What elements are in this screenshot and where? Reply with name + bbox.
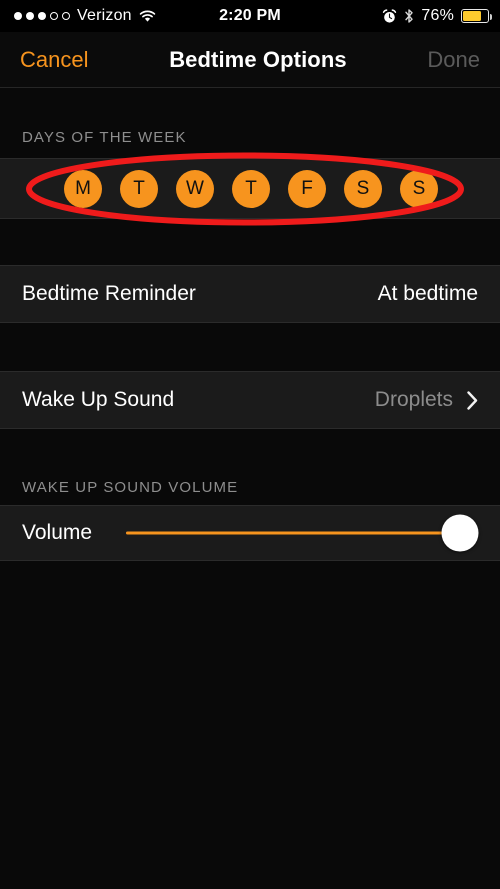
bluetooth-icon (404, 8, 414, 24)
day-toggle-saturday[interactable]: S (344, 169, 382, 208)
wake-up-sound-value: Droplets (374, 388, 453, 411)
battery-percentage: 76% (421, 7, 454, 24)
day-toggle-wednesday[interactable]: W (176, 169, 214, 208)
bedtime-reminder-value: At bedtime (377, 282, 478, 305)
days-section-header: DAYS OF THE WEEK (0, 110, 500, 155)
status-bar: Verizon 2:20 PM 76% (0, 0, 500, 32)
day-toggle-tuesday[interactable]: T (120, 169, 158, 208)
battery-icon (461, 9, 492, 23)
wake-up-sound-label: Wake Up Sound (22, 388, 175, 411)
bedtime-reminder-label: Bedtime Reminder (22, 282, 196, 305)
page-title: Bedtime Options (169, 46, 347, 72)
day-toggle-sunday[interactable]: S (400, 169, 438, 208)
status-bar-clock: 2:20 PM (219, 7, 281, 24)
volume-label: Volume (22, 521, 93, 544)
navigation-bar: Cancel Bedtime Options Done (0, 32, 500, 88)
phone-screen: Verizon 2:20 PM 76% Cancel Bedtime Optio… (0, 0, 500, 889)
volume-slider-fill (126, 531, 460, 535)
chevron-right-icon (467, 390, 478, 410)
volume-section-header: WAKE UP SOUND VOLUME (0, 455, 500, 505)
done-button[interactable]: Done (427, 47, 480, 73)
volume-slider-knob[interactable] (441, 514, 479, 552)
day-toggle-friday[interactable]: F (288, 169, 326, 208)
day-toggle-thursday[interactable]: T (232, 169, 270, 208)
day-toggle-monday[interactable]: M (64, 169, 102, 208)
alarm-clock-icon (382, 8, 397, 24)
days-of-the-week-row[interactable]: M T W T F S S (0, 158, 500, 219)
status-bar-right: 76% (382, 0, 492, 32)
wake-up-sound-row[interactable]: Wake Up Sound Droplets (0, 371, 500, 429)
volume-slider[interactable] (126, 513, 479, 553)
cancel-button[interactable]: Cancel (20, 47, 88, 73)
volume-row[interactable]: Volume (0, 505, 500, 561)
bedtime-reminder-row[interactable]: Bedtime Reminder At bedtime (0, 265, 500, 323)
